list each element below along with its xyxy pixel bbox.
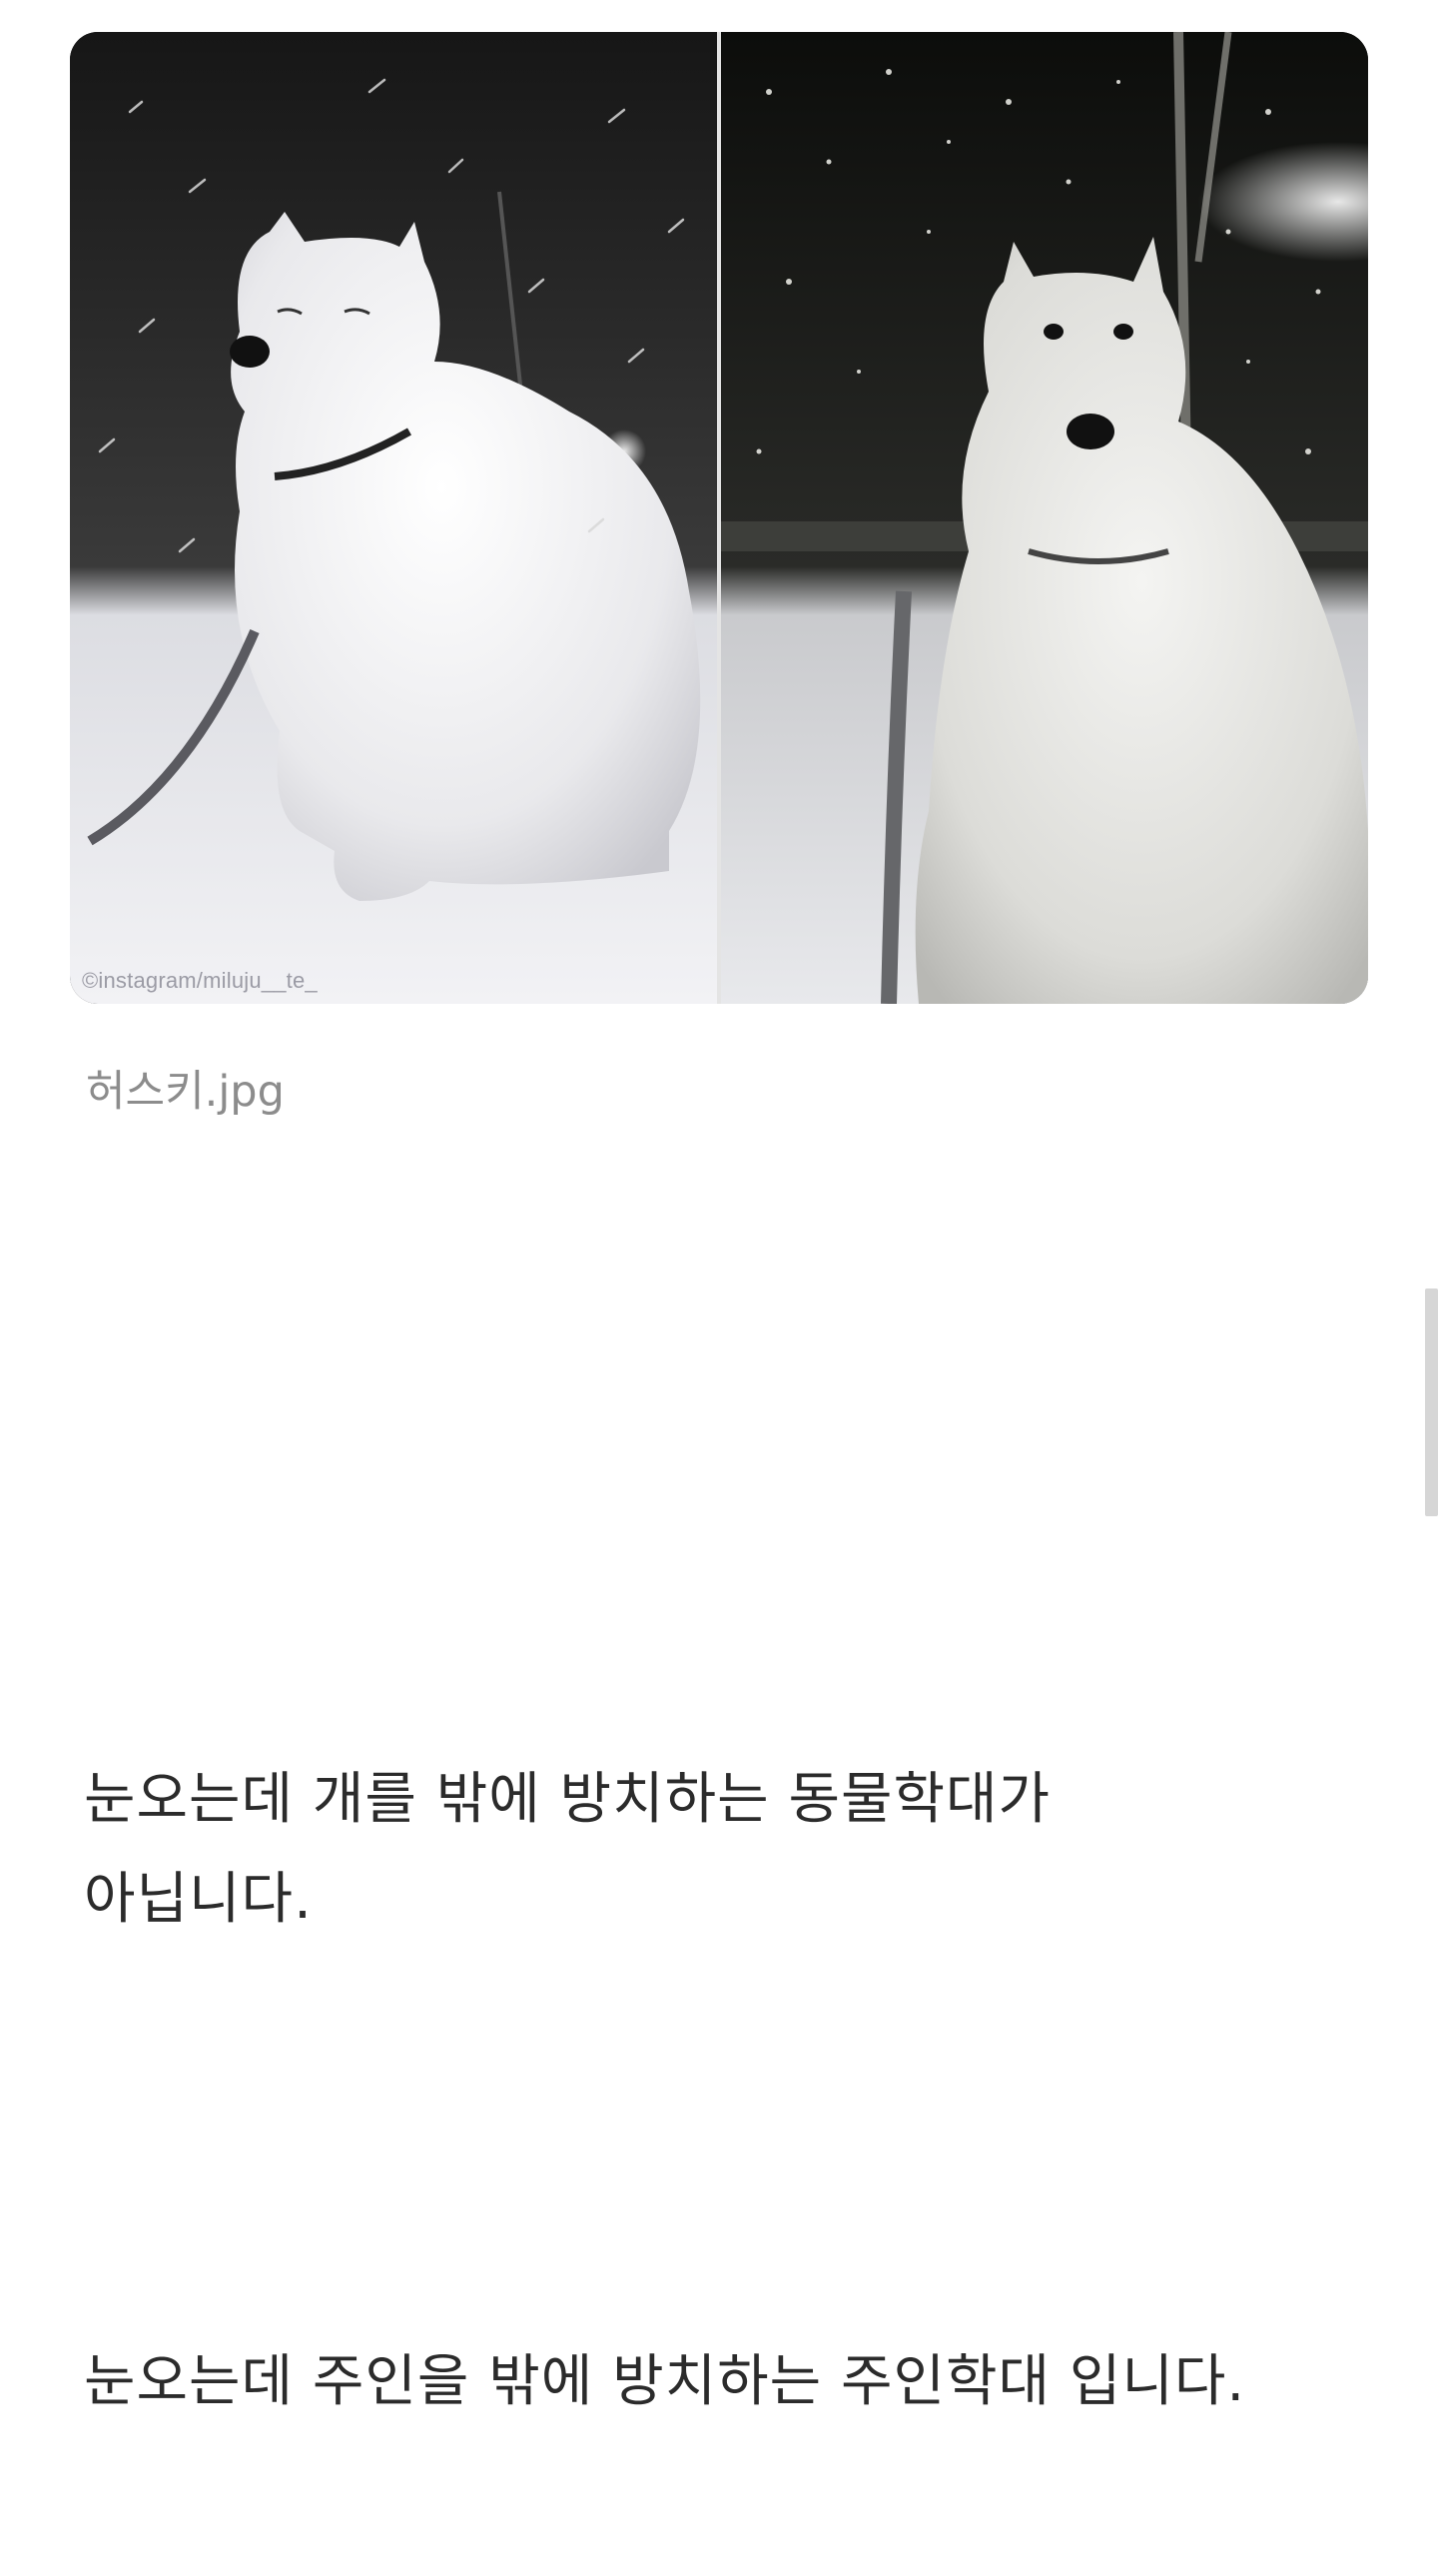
scrollbar-thumb[interactable]: [1425, 1288, 1438, 1516]
husky-photo: [70, 32, 1368, 1004]
paragraph-line: 아닙니다.: [84, 1867, 313, 1932]
post-paragraph-1: 눈오는데 개를 밖에 방치하는 동물학대가 아닙니다.: [84, 1750, 1051, 1950]
image-watermark: ©instagram/miluju__te_: [82, 968, 318, 993]
post-image[interactable]: ©instagram/miluju__te_: [70, 32, 1368, 1004]
image-caption: 허스키.jpg: [86, 1067, 285, 1117]
paragraph-line: 눈오는데 개를 밖에 방치하는 동물학대가: [84, 1767, 1052, 1832]
post-paragraph-2: 눈오는데 주인을 밖에 방치하는 주인학대 입니다.: [84, 2332, 1245, 2432]
paragraph-line: 눈오는데 주인을 밖에 방치하는 주인학대 입니다.: [84, 2349, 1246, 2414]
